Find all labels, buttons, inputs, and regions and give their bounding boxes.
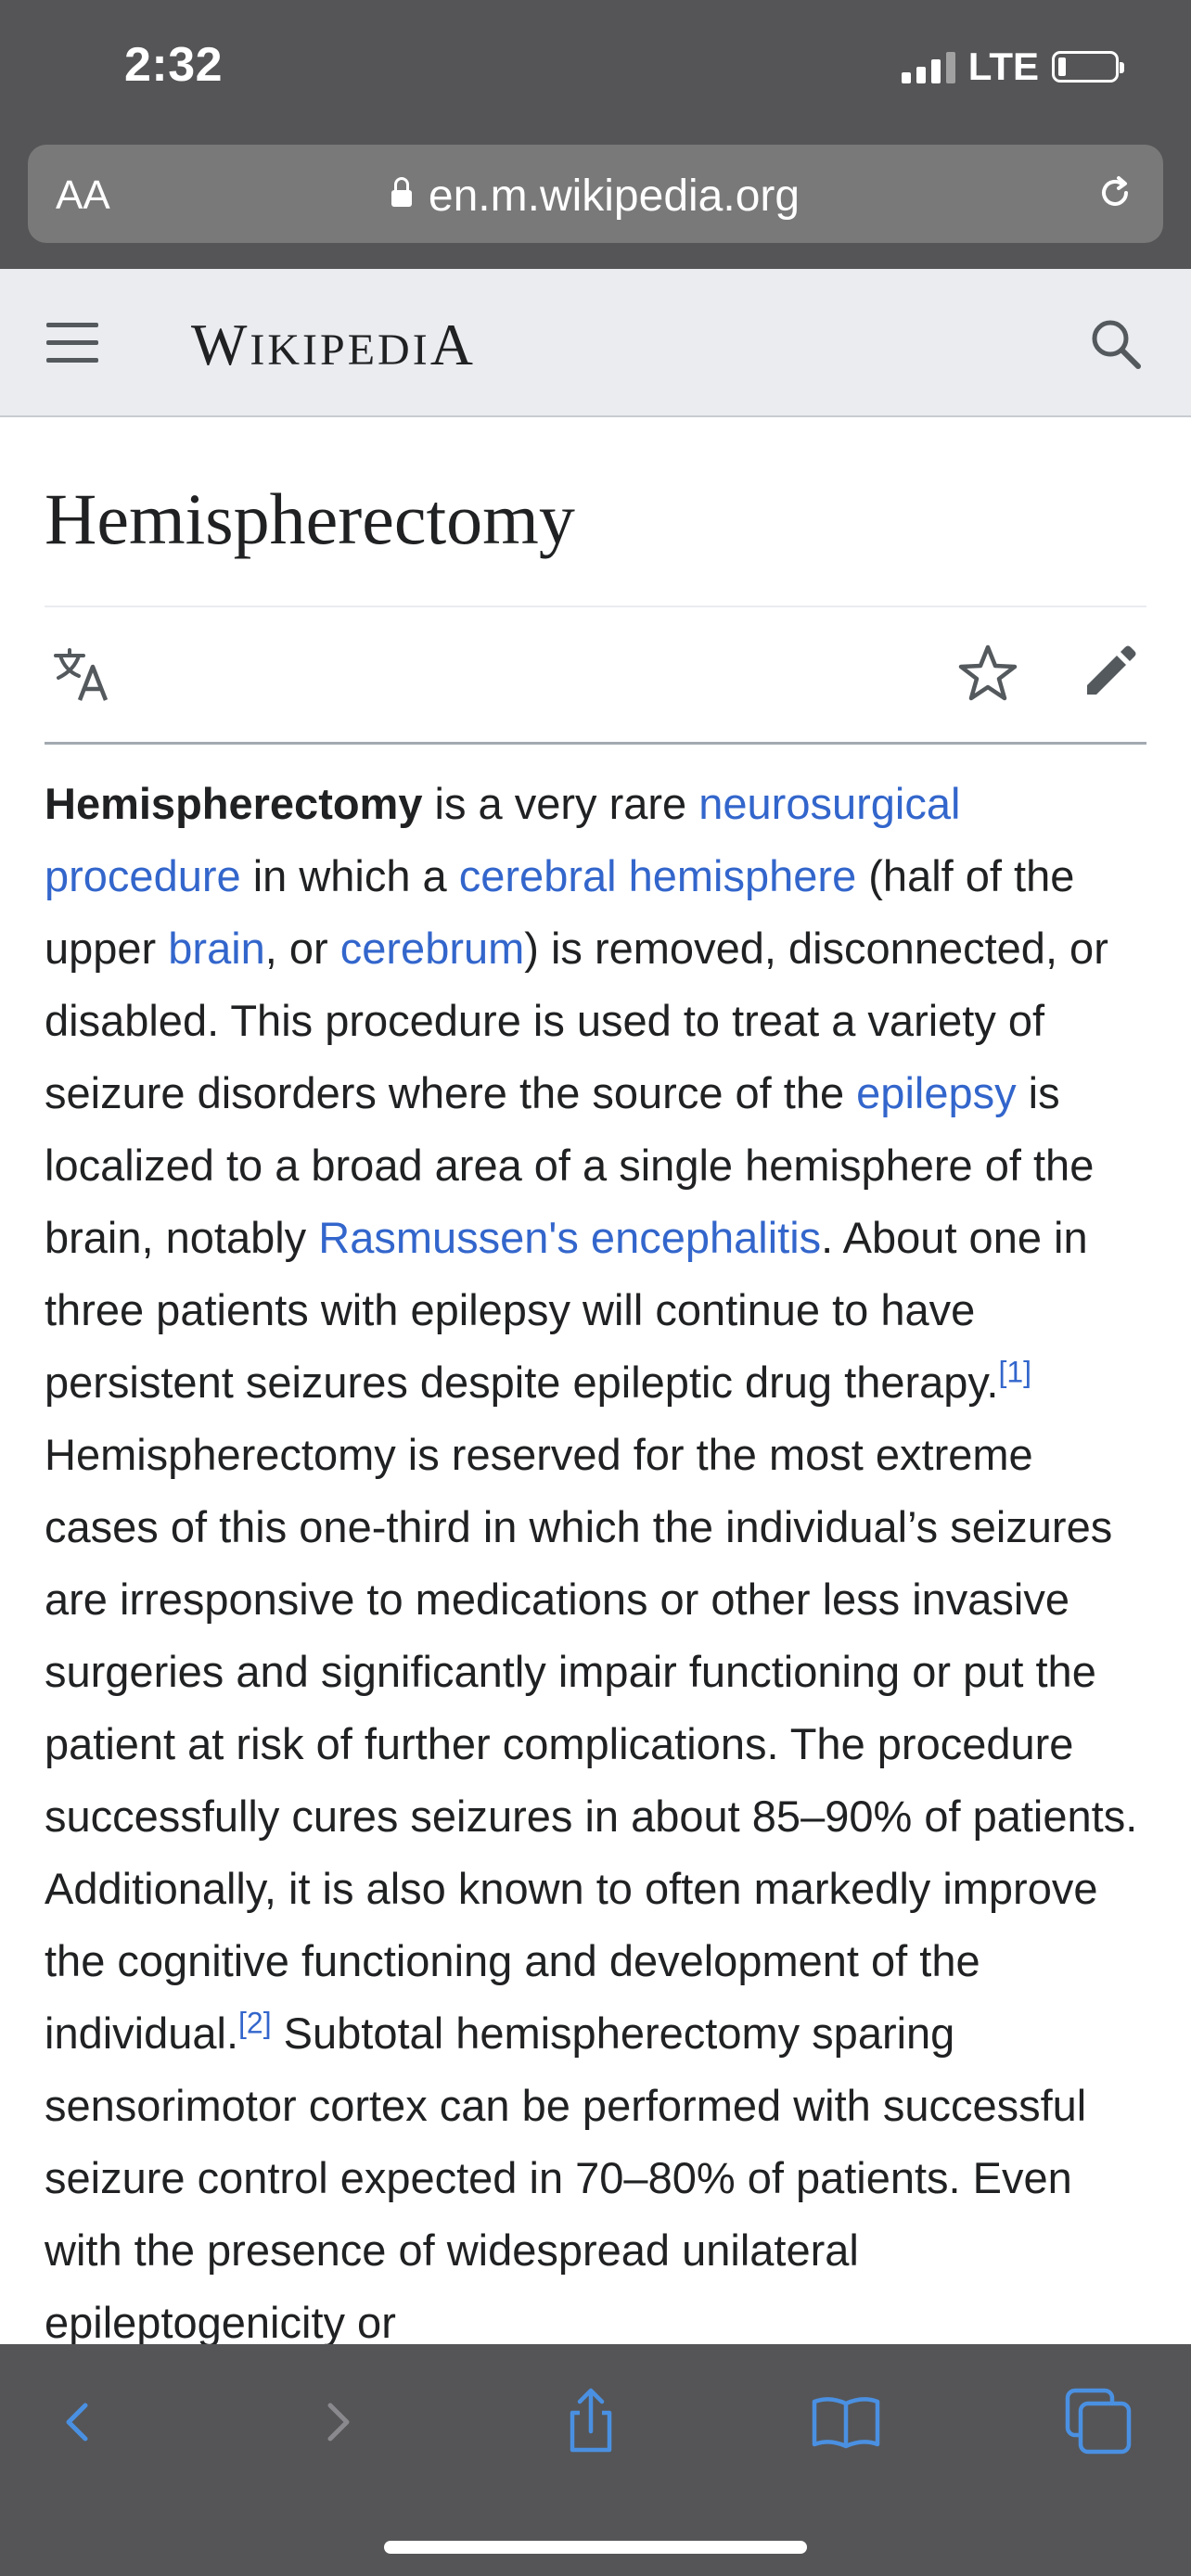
- address-bar[interactable]: AA en.m.wikipedia.org: [28, 145, 1163, 243]
- tabs-icon[interactable]: [1062, 2385, 1136, 2459]
- network-type: LTE: [967, 45, 1039, 88]
- url-text: en.m.wikipedia.org: [428, 172, 800, 221]
- status-time: 2:32: [124, 38, 224, 92]
- link-cerebrum[interactable]: cerebrum: [340, 924, 525, 973]
- status-bar: 2:32 LTE: [0, 0, 1191, 130]
- article-text: Subtotal hemispherectomy sparing sensori…: [45, 2009, 1087, 2347]
- link-cerebral-hemisphere[interactable]: cerebral hemisphere: [459, 851, 856, 900]
- signal-icon: [901, 50, 955, 83]
- article-text: , or: [264, 924, 340, 973]
- wordmark-middle: IKIPEDI: [250, 325, 430, 375]
- link-brain[interactable]: brain: [168, 924, 265, 973]
- page-title: Hemispherectomy: [45, 478, 575, 559]
- article-body: Hemispherectomy is a very rare neurosurg…: [45, 768, 1158, 2359]
- divider: [45, 742, 1146, 745]
- bookmarks-icon[interactable]: [809, 2385, 883, 2459]
- forward-icon[interactable]: [299, 2385, 373, 2459]
- wiki-header: WIKIPEDIA: [0, 269, 1191, 417]
- browser-url-area: AA en.m.wikipedia.org: [0, 130, 1191, 269]
- star-icon[interactable]: [957, 643, 1018, 704]
- search-icon[interactable]: [1087, 315, 1145, 373]
- url-display[interactable]: en.m.wikipedia.org: [28, 171, 1163, 222]
- battery-icon: [1052, 51, 1124, 83]
- link-epilepsy[interactable]: epilepsy: [856, 1068, 1016, 1117]
- edit-icon[interactable]: [1082, 644, 1137, 700]
- browser-toolbar: [0, 2344, 1191, 2576]
- language-icon[interactable]: [52, 644, 111, 704]
- link-rasmussens-encephalitis[interactable]: Rasmussen's encephalitis: [318, 1213, 821, 1262]
- bold-term: Hemispherectomy: [45, 779, 423, 828]
- hamburger-icon[interactable]: [46, 323, 98, 363]
- home-indicator: [384, 2541, 807, 2554]
- article-text: is a very rare: [422, 779, 699, 828]
- status-indicators: LTE: [901, 45, 1124, 89]
- wordmark-w: W: [191, 312, 250, 377]
- reference-2[interactable]: [2]: [238, 2006, 272, 2039]
- wikipedia-wordmark[interactable]: WIKIPEDIA: [191, 311, 476, 379]
- article-text: in which a: [240, 851, 459, 900]
- share-icon[interactable]: [554, 2385, 628, 2459]
- reload-icon[interactable]: [1095, 172, 1135, 213]
- article-text: Hemispherectomy is reserved for the most…: [45, 1430, 1138, 2058]
- page-actions: [45, 607, 1146, 745]
- wordmark-a: A: [429, 312, 476, 377]
- back-icon[interactable]: [43, 2385, 117, 2459]
- lock-icon: [391, 177, 412, 208]
- reference-1[interactable]: [1]: [998, 1355, 1031, 1388]
